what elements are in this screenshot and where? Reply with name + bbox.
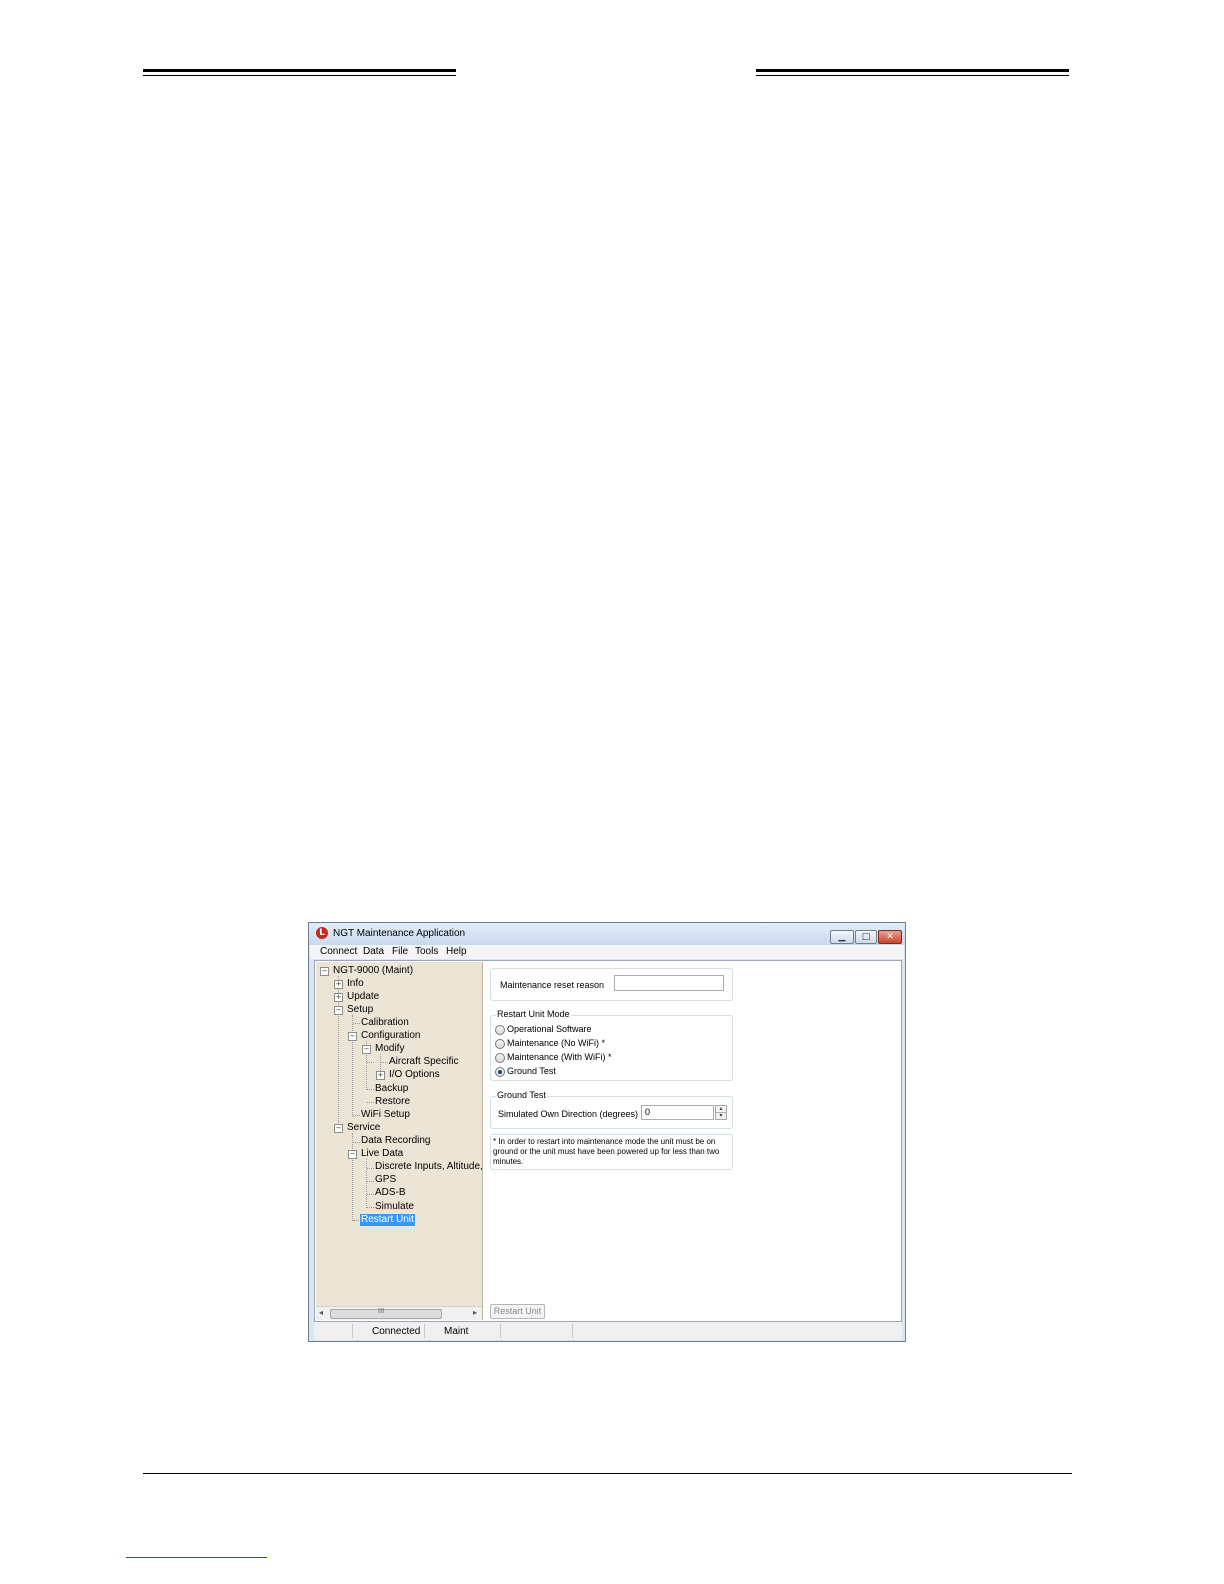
app-window: L NGT Maintenance Application ▁ □ ✕ Conn… xyxy=(308,922,906,1342)
status-divider xyxy=(424,1324,425,1338)
label-maintenance-with-wifi: Maintenance (With WiFi) * xyxy=(507,1052,612,1062)
tree-item-data-recording[interactable]: Data Recording xyxy=(361,1135,430,1147)
client-area: − + + − − − + − − NGT-9000 (Maint) Info … xyxy=(314,960,902,1322)
maximize-icon: □ xyxy=(861,932,871,942)
tree-item-root[interactable]: NGT-9000 (Maint) xyxy=(333,965,413,977)
tree-item-wifi-setup[interactable]: WiFi Setup xyxy=(361,1109,410,1121)
app-logo-icon: L xyxy=(316,927,328,939)
collapse-toggle-live-data[interactable]: − xyxy=(348,1150,357,1159)
tree-line xyxy=(367,1168,374,1169)
status-bar: Connected Maint xyxy=(314,1322,902,1340)
scroll-right-icon[interactable]: ▸ xyxy=(473,1308,477,1317)
tree-horizontal-scrollbar[interactable]: ◂ III ▸ xyxy=(316,1306,482,1320)
ground-test-title: Ground Test xyxy=(496,1090,547,1100)
tree-item-live-data[interactable]: Live Data xyxy=(361,1148,403,1160)
maximize-button[interactable]: □ xyxy=(855,930,877,944)
expand-toggle-update[interactable]: + xyxy=(334,993,343,1002)
menu-file[interactable]: File xyxy=(392,946,408,957)
collapse-toggle-root[interactable]: − xyxy=(320,967,329,976)
expand-toggle-info[interactable]: + xyxy=(334,980,343,989)
minimize-icon: ▁ xyxy=(838,932,846,942)
status-divider xyxy=(352,1324,353,1338)
tree-line xyxy=(353,1023,360,1024)
header-rule-right-thick xyxy=(756,69,1069,72)
reset-reason-label: Maintenance reset reason xyxy=(500,980,605,990)
tree-item-configuration[interactable]: Configuration xyxy=(361,1030,420,1042)
restart-unit-panel: Maintenance reset reason Restart Unit Mo… xyxy=(484,962,901,1320)
scrollbar-thumb[interactable] xyxy=(330,1309,442,1319)
tree-line xyxy=(367,1089,374,1090)
tree-line xyxy=(353,1142,360,1143)
menu-bar: Connect Data File Tools Help xyxy=(310,945,904,959)
status-connection: Connected xyxy=(372,1326,421,1337)
tree-item-simulate[interactable]: Simulate xyxy=(375,1201,414,1213)
tree-item-discrete-inputs[interactable]: Discrete Inputs, Altitude, an xyxy=(375,1161,482,1173)
tree-item-aircraft-specific[interactable]: Aircraft Specific xyxy=(389,1056,458,1068)
title-bar[interactable]: L NGT Maintenance Application ▁ □ ✕ xyxy=(309,923,905,945)
tree-item-setup[interactable]: Setup xyxy=(347,1004,373,1016)
tree-item-calibration[interactable]: Calibration xyxy=(361,1017,409,1029)
status-mode: Maint xyxy=(444,1326,469,1337)
tree-line xyxy=(367,1062,374,1063)
scrollbar-grip-icon: III xyxy=(378,1307,385,1315)
footer-link-underline xyxy=(126,1557,267,1558)
header-rule-left-thick xyxy=(143,69,456,72)
tree-line xyxy=(352,1133,353,1221)
radio-ground-test[interactable] xyxy=(495,1067,505,1077)
collapse-toggle-setup[interactable]: − xyxy=(334,1006,343,1015)
label-operational-software: Operational Software xyxy=(507,1024,592,1034)
footer-rule xyxy=(143,1473,1072,1474)
minimize-button[interactable]: ▁ xyxy=(830,930,854,944)
tree-line xyxy=(367,1102,374,1103)
header-rule-right-thin xyxy=(756,75,1069,76)
label-ground-test: Ground Test xyxy=(507,1066,556,1076)
status-divider xyxy=(572,1324,573,1338)
collapse-toggle-service[interactable]: − xyxy=(334,1124,343,1133)
tree-item-adsb[interactable]: ADS-B xyxy=(375,1187,406,1199)
menu-tools[interactable]: Tools xyxy=(415,946,438,957)
tree-item-update[interactable]: Update xyxy=(347,991,379,1003)
tree-line xyxy=(381,1062,388,1063)
header-rule-left-thin xyxy=(143,75,456,76)
radio-operational-software[interactable] xyxy=(495,1025,505,1035)
label-maintenance-no-wifi: Maintenance (No WiFi) * xyxy=(507,1038,606,1048)
tree-line xyxy=(367,1207,374,1208)
tree-line xyxy=(367,1181,374,1182)
menu-help[interactable]: Help xyxy=(446,946,467,957)
radio-maintenance-with-wifi[interactable] xyxy=(495,1053,505,1063)
tree-line xyxy=(353,1115,360,1116)
scroll-left-icon[interactable]: ◂ xyxy=(319,1308,323,1317)
tree-line xyxy=(352,1015,353,1117)
navigation-tree: − + + − − − + − − NGT-9000 (Maint) Info … xyxy=(316,962,483,1320)
tree-item-restart-unit[interactable]: Restart Unit xyxy=(360,1214,415,1226)
tree-item-io-options[interactable]: I/O Options xyxy=(389,1069,440,1081)
tree-item-backup[interactable]: Backup xyxy=(375,1083,408,1095)
radio-maintenance-no-wifi[interactable] xyxy=(495,1039,505,1049)
collapse-toggle-modify[interactable]: − xyxy=(362,1045,371,1054)
restart-mode-title: Restart Unit Mode xyxy=(496,1009,571,1019)
menu-data[interactable]: Data xyxy=(363,946,384,957)
close-button[interactable]: ✕ xyxy=(878,930,902,944)
reset-reason-input[interactable] xyxy=(614,975,724,991)
close-icon: ✕ xyxy=(886,932,894,942)
direction-input[interactable]: 0 xyxy=(641,1105,714,1120)
direction-label: Simulated Own Direction (degrees) xyxy=(498,1109,639,1119)
tree-item-modify[interactable]: Modify xyxy=(375,1043,404,1055)
tree-item-restore[interactable]: Restore xyxy=(375,1096,410,1108)
menu-connect[interactable]: Connect xyxy=(320,946,357,957)
tree-line xyxy=(367,1194,374,1195)
tree-item-service[interactable]: Service xyxy=(347,1122,380,1134)
restart-unit-button[interactable]: Restart Unit xyxy=(490,1304,545,1319)
tree-item-info[interactable]: Info xyxy=(347,978,364,990)
collapse-toggle-configuration[interactable]: − xyxy=(348,1032,357,1041)
expand-toggle-io-options[interactable]: + xyxy=(376,1071,385,1080)
tree-item-gps[interactable]: GPS xyxy=(375,1174,396,1186)
spin-down-icon[interactable]: ▾ xyxy=(715,1112,727,1120)
status-divider xyxy=(500,1324,501,1338)
maintenance-note: * In order to restart into maintenance m… xyxy=(493,1137,720,1166)
tree-line xyxy=(366,1159,367,1208)
tree-line xyxy=(353,1220,359,1221)
window-title: NGT Maintenance Application xyxy=(333,928,466,939)
